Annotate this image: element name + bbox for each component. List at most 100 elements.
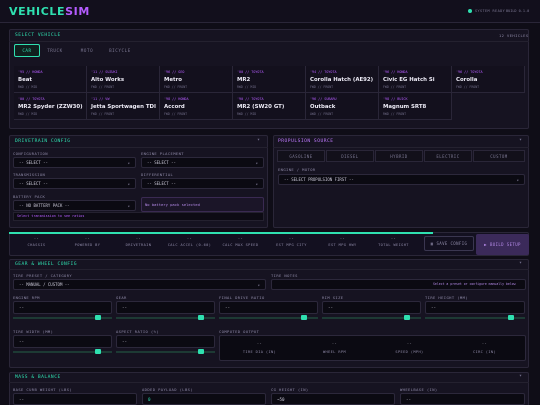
computed-value: --	[256, 341, 263, 345]
gear-label: GEAR	[116, 295, 127, 300]
logo-text-a: VEHICLE	[9, 5, 66, 18]
vehicle-name: Jetta Sportwagen TDI	[91, 104, 157, 110]
vehicle-spec: FWD // FRONT	[164, 85, 188, 89]
vehicle-name: Alto Works	[91, 77, 125, 83]
base-curb-input[interactable]: --	[13, 393, 137, 405]
collapse-icon[interactable]: ▾	[519, 373, 522, 379]
engine-rpm-slider-thumb[interactable]	[95, 315, 101, 320]
propulsion-tab-custom[interactable]: CUSTOM	[473, 150, 525, 162]
divider	[273, 147, 529, 148]
vehicle-tag: '96 // TOYOTA	[456, 70, 483, 74]
chevron-down-icon: ▾	[127, 160, 130, 165]
collapse-icon[interactable]: ▾	[519, 137, 522, 143]
tab-bicycle[interactable]: BICYCLE	[104, 44, 136, 57]
engine-motor-value: -- SELECT PROPULSION FIRST --	[284, 177, 354, 182]
metric-value: --	[33, 236, 40, 240]
differential-select[interactable]: -- SELECT -- ▾	[141, 178, 264, 189]
computed-label: SPEED (MPH)	[395, 350, 424, 354]
app-logo: VEHICLESIM	[9, 5, 90, 18]
transmission-select[interactable]: -- SELECT -- ▾	[13, 178, 136, 189]
collapse-icon[interactable]: ▾	[257, 137, 260, 143]
gear-input[interactable]: --	[116, 301, 215, 314]
divider	[9, 269, 529, 270]
vehicle-tag: '00 // TOYOTA	[237, 70, 264, 74]
propulsion-tab-electric[interactable]: ELECTRIC	[424, 150, 472, 162]
tire-height-slider-thumb[interactable]	[508, 315, 514, 320]
save-config-button[interactable]: ▣ SAVE CONFIG	[424, 236, 474, 251]
computed-value: --	[481, 341, 488, 345]
computed-label: WHEEL RPM	[322, 350, 347, 354]
engine-motor-select[interactable]: -- SELECT PROPULSION FIRST -- ▾	[278, 174, 525, 185]
propulsion-tab-diesel[interactable]: DIESEL	[326, 150, 374, 162]
vehicle-spec: FWD // FRONT	[91, 112, 115, 116]
tab-truck[interactable]: TRUCK	[41, 44, 69, 57]
vehicle-spec: RWD // MID	[18, 85, 38, 89]
added-payload-input[interactable]: 0	[142, 393, 266, 405]
vehicle-card[interactable]: '94 // TOYOTA Corolla Hatch (AE92) FWD // …	[306, 66, 379, 93]
tire-width-slider-thumb[interactable]	[95, 349, 101, 354]
gear-wheel-title: GEAR & WHEEL CONFIG	[15, 262, 78, 267]
chevron-down-icon: ▾	[516, 177, 519, 182]
vehicle-tag: '94 // TOYOTA	[310, 70, 337, 74]
vehicle-card[interactable]: '00 // TOYOTA MR2 Spyder (ZZW30) RWD // MI…	[14, 93, 87, 120]
vehicle-name: MR2 Spyder (ZZW30)	[18, 104, 83, 110]
tab-car[interactable]: CAR	[14, 44, 40, 57]
gear-slider-thumb[interactable]	[198, 315, 204, 320]
tire-preset-select[interactable]: -- MANUAL / CUSTOM -- ▾	[13, 279, 266, 290]
build-version: BUILD 0.1.0	[506, 9, 530, 13]
tire-width-input[interactable]: --	[13, 335, 112, 348]
wheelbase-input[interactable]: --	[400, 393, 525, 405]
battery-pack-select[interactable]: -- NO BATTERY PACK -- ▾	[13, 200, 136, 211]
propulsion-tab-gasoline[interactable]: GASOLINE	[277, 150, 325, 162]
build-setup-button[interactable]: ▶ BUILD SETUP	[476, 234, 529, 255]
battery-note: No battery pack selected	[145, 202, 200, 207]
metric-label: CALC MAX SPEED	[222, 243, 259, 247]
wheelbase-label: WHEELBASE (IN)	[400, 387, 438, 392]
vehicle-card[interactable]: '98 // BUICK Magnum SRT8 RWD // FRONT	[379, 93, 452, 120]
save-config-label: SAVE CONFIG	[436, 241, 468, 246]
tab-moto[interactable]: MOTO	[73, 44, 101, 57]
rim-size-slider-thumb[interactable]	[404, 315, 410, 320]
metric-value: --	[84, 236, 91, 240]
transmission-label: TRANSMISSION	[13, 172, 46, 177]
aspect-ratio-input[interactable]: --	[116, 335, 215, 348]
vehicle-tag: '00 // TOYOTA	[18, 97, 45, 101]
vehicle-card[interactable]: '96 // HONDA Civic EG Hatch Si FWD // FRON…	[379, 66, 452, 93]
engine-rpm-input[interactable]: --	[13, 301, 112, 314]
metric-value: --	[186, 236, 193, 240]
propulsion-tab-hybrid[interactable]: HYBRID	[375, 150, 423, 162]
divider	[9, 382, 529, 383]
vehicle-spec: FWD // FRONT	[91, 85, 115, 89]
metric-label: EST MPG HWY	[328, 243, 357, 247]
rim-size-input[interactable]: --	[322, 301, 421, 314]
computed-value: --	[406, 341, 413, 345]
final-drive-slider-thumb[interactable]	[301, 315, 307, 320]
collapse-icon[interactable]: ▾	[519, 260, 522, 266]
rim-size-label: RIM SIZE	[322, 295, 344, 300]
vehicle-card[interactable]: '98 // HONDA Accord FWD // FRONT	[160, 93, 233, 120]
vehicle-card[interactable]: '11 // VW Jetta Sportwagen TDI FWD // FRON…	[87, 93, 160, 120]
final-drive-input[interactable]: --	[219, 301, 318, 314]
aspect-ratio-slider-thumb[interactable]	[198, 349, 204, 354]
vehicle-card[interactable]: '96 // TOYOTA Corolla FWD // FRONT	[452, 66, 525, 93]
build-setup-label: BUILD SETUP	[489, 242, 521, 247]
battery-pack-label: BATTERY PACK	[13, 194, 46, 199]
chevron-down-icon: ▾	[127, 181, 130, 186]
vehicle-name: Accord	[164, 104, 185, 110]
select-vehicle-title: SELECT VEHICLE	[15, 33, 61, 38]
divider	[9, 147, 268, 148]
vehicle-card[interactable]: '95 // HONDA Beat RWD // MID	[14, 66, 87, 93]
vehicle-card[interactable]: '11 // SUZUKI Alto Works FWD // FRONT	[87, 66, 160, 93]
vehicle-card[interactable]: '00 // TOYOTA MR2 RWD // MID	[233, 66, 306, 93]
tire-height-input[interactable]: --	[425, 301, 525, 314]
vehicle-card[interactable]: '90 // TOYOTA MR2 (SW20 GT) RWD // MID	[233, 93, 306, 120]
logo-text-b: SIM	[65, 5, 90, 18]
vehicle-tag: '98 // HONDA	[164, 97, 189, 101]
engine-placement-select[interactable]: -- SELECT -- ▾	[141, 157, 264, 168]
metric-value: --	[339, 236, 346, 240]
cg-height-input[interactable]: ~50	[271, 393, 395, 405]
configuration-select[interactable]: -- SELECT -- ▾	[13, 157, 136, 168]
vehicle-card[interactable]: '96 // GEO Metro FWD // FRONT	[160, 66, 233, 93]
vehicle-card[interactable]: '96 // SUBARU Outback AWD // FRONT	[306, 93, 379, 120]
computed-label: CIRC (IN)	[472, 350, 497, 354]
